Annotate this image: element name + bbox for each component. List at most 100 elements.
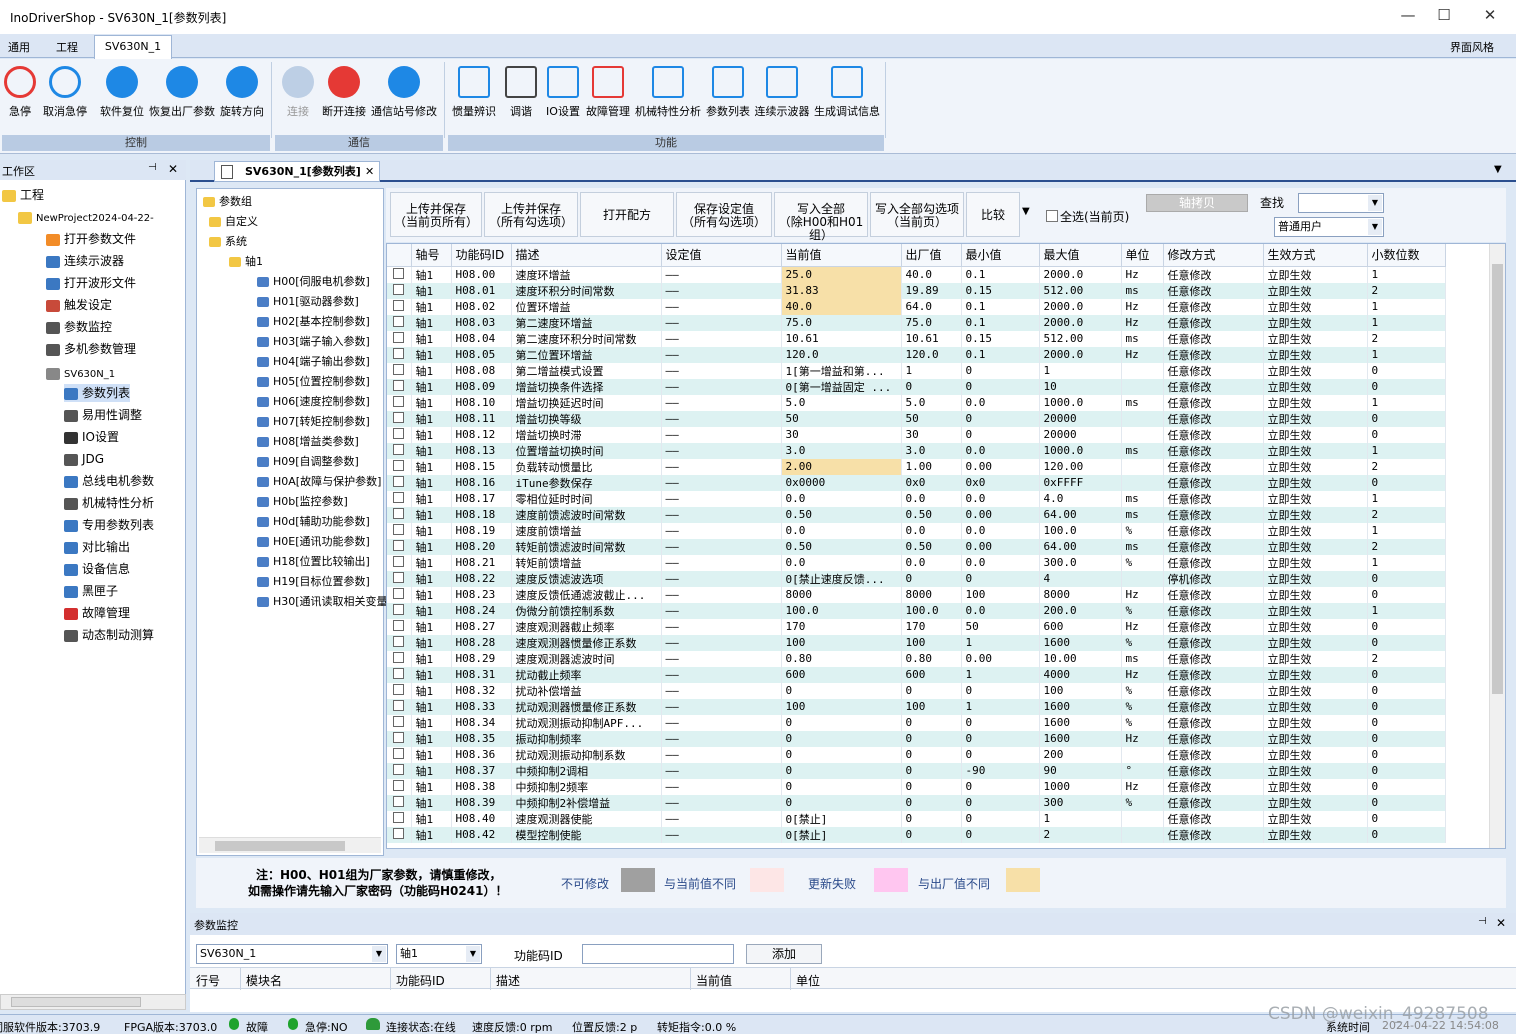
- row-checkbox-cell[interactable]: [387, 314, 412, 331]
- row-checkbox-cell[interactable]: [387, 554, 412, 571]
- table-row[interactable]: 轴1 H08.42 模型控制使能 —— 0[禁止] 0 0 2 任意修改 立即生效 0: [387, 826, 1446, 843]
- row-checkbox[interactable]: [393, 763, 404, 775]
- table-row[interactable]: 轴1 H08.03 第二速度环增益 —— 75.0 75.0 0.1 2000.0 Hz 任意修改…: [387, 314, 1446, 331]
- row-checkbox-cell[interactable]: [387, 618, 412, 635]
- axis-select[interactable]: 轴1 ▼: [396, 944, 482, 964]
- workspace-item[interactable]: 机械特性分析: [64, 494, 154, 512]
- table-cell[interactable]: 170: [781, 618, 902, 635]
- table-cell[interactable]: 25.0: [781, 266, 902, 283]
- monitor-column-header[interactable]: 单位: [796, 972, 820, 989]
- copy-axis-button[interactable]: 轴拷贝: [1146, 194, 1248, 212]
- row-checkbox[interactable]: [393, 331, 404, 343]
- workspace-item[interactable]: 故障管理: [64, 604, 130, 622]
- row-checkbox-cell[interactable]: [387, 410, 412, 427]
- table-row[interactable]: 轴1 H08.12 增益切换时滞 —— 30 30 0 20000 任意修改 立即生效 0: [387, 426, 1446, 443]
- row-checkbox[interactable]: [393, 699, 404, 711]
- workspace-item[interactable]: 黑匣子: [64, 582, 118, 600]
- row-checkbox[interactable]: [393, 283, 404, 295]
- rotate-icon[interactable]: [226, 66, 258, 98]
- table-cell[interactable]: 2.00: [781, 458, 902, 475]
- table-row[interactable]: 轴1 H08.19 速度前馈增益 —— 0.0 0.0 0.0 100.0% 任意修改 立即生效 1: [387, 522, 1446, 539]
- table-cell[interactable]: 0[禁止]: [781, 810, 902, 827]
- table-cell[interactable]: 0x0000: [781, 474, 902, 491]
- param-tree-item[interactable]: H07[转矩控制参数]: [257, 413, 370, 431]
- toolbar-button[interactable]: 打开配方: [580, 192, 674, 237]
- row-checkbox-cell[interactable]: [387, 378, 412, 395]
- workspace-item[interactable]: 参数列表: [64, 384, 131, 402]
- row-checkbox[interactable]: [393, 299, 404, 311]
- table-row[interactable]: 轴1 H08.24 伪微分前馈控制系数 —— 100.0 100.0 0.0 200.0% 任意…: [387, 602, 1446, 619]
- monitor-column-header[interactable]: 当前值: [696, 972, 732, 989]
- monitor-column-header[interactable]: 功能码ID: [396, 972, 445, 989]
- table-row[interactable]: 轴1 H08.36 扰动观测振动抑制系数 —— 0 0 0 200 任意修改 立即生效 0: [387, 746, 1446, 763]
- workspace-item[interactable]: 触发设定: [46, 296, 112, 314]
- monitor-pin-icon[interactable]: ⊣: [1478, 916, 1487, 927]
- workspace-item[interactable]: 对比输出: [64, 538, 130, 556]
- warning-icon[interactable]: [592, 66, 624, 98]
- table-cell[interactable]: 0[禁止]: [781, 826, 902, 843]
- workspace-close-icon[interactable]: ✕: [168, 162, 178, 176]
- param-tree-item[interactable]: 轴1: [229, 253, 263, 271]
- workspace-item[interactable]: 易用性调整: [64, 406, 142, 424]
- row-checkbox[interactable]: [393, 587, 404, 599]
- param-tree-item[interactable]: 自定义: [209, 213, 258, 231]
- table-cell[interactable]: 75.0: [781, 314, 902, 331]
- table-cell[interactable]: 40.0: [781, 298, 902, 315]
- workspace-item[interactable]: 打开参数文件: [46, 230, 136, 248]
- row-checkbox[interactable]: [393, 571, 404, 583]
- grid-scroll-thumb[interactable]: [1492, 264, 1503, 694]
- table-row[interactable]: 轴1 H08.37 中频抑制2调相 —— 0 0 -90 90 ° 任意修改 立即生效 0: [387, 762, 1446, 779]
- row-checkbox[interactable]: [393, 395, 404, 407]
- row-checkbox-cell[interactable]: [387, 746, 412, 763]
- table-cell[interactable]: 0.0: [781, 522, 902, 539]
- param-tree-item[interactable]: H03[端子输入参数]: [257, 333, 370, 351]
- grid-column-header[interactable]: [387, 244, 412, 267]
- select-all-checkbox[interactable]: [1046, 210, 1058, 222]
- reset-icon[interactable]: [106, 66, 138, 98]
- row-checkbox-cell[interactable]: [387, 346, 412, 363]
- tab-device[interactable]: SV630N_1: [94, 35, 172, 59]
- param-tree-item[interactable]: H18[位置比较输出]: [257, 553, 370, 571]
- toolbar-button[interactable]: 写入全部 （除H00和H01组）: [774, 192, 868, 242]
- row-checkbox-cell[interactable]: [387, 282, 412, 299]
- ribbon-button-hand[interactable]: 生成调试信息: [807, 103, 887, 119]
- compare-dropdown-icon[interactable]: ▼: [1022, 206, 1030, 217]
- row-checkbox[interactable]: [393, 811, 404, 823]
- inertia-chart-icon[interactable]: [458, 66, 490, 98]
- param-tree-item[interactable]: H0E[通讯功能参数]: [257, 533, 370, 551]
- row-checkbox-cell[interactable]: [387, 826, 412, 843]
- workspace-item[interactable]: 工程: [2, 186, 44, 204]
- workspace-item[interactable]: 连续示波器: [46, 252, 124, 270]
- table-row[interactable]: 轴1 H08.29 速度观测器滤波时间 —— 0.80 0.80 0.00 10.00 ms 任意…: [387, 650, 1446, 667]
- row-checkbox-cell[interactable]: [387, 506, 412, 523]
- table-row[interactable]: 轴1 H08.02 位置环增益 —— 40.0 64.0 0.1 2000.0 Hz 任意修改 立即…: [387, 298, 1446, 315]
- restore-icon[interactable]: [166, 66, 198, 98]
- row-checkbox-cell[interactable]: [387, 330, 412, 347]
- table-row[interactable]: 轴1 H08.39 中频抑制2补偿增益 —— 0 0 0 300% 任意修改 立即生效 0: [387, 794, 1446, 811]
- row-checkbox[interactable]: [393, 523, 404, 535]
- row-checkbox-cell[interactable]: [387, 442, 412, 459]
- workspace-item[interactable]: 专用参数列表: [64, 516, 154, 534]
- row-checkbox-cell[interactable]: [387, 522, 412, 539]
- table-row[interactable]: 轴1 H08.38 中频抑制2频率 —— 0 0 0 1000 Hz 任意修改 立即生效 0: [387, 778, 1446, 795]
- tree-scrollbar[interactable]: [199, 837, 381, 853]
- tree-scroll-thumb[interactable]: [215, 841, 345, 851]
- tuning-icon[interactable]: [505, 66, 537, 98]
- row-checkbox-cell[interactable]: [387, 794, 412, 811]
- row-checkbox[interactable]: [393, 347, 404, 359]
- grid-column-header[interactable]: 轴号: [411, 244, 452, 267]
- table-row[interactable]: 轴1 H08.05 第二位置环增益 —— 120.0 120.0 0.1 2000.0 Hz 任意…: [387, 346, 1446, 363]
- row-checkbox[interactable]: [393, 603, 404, 615]
- row-checkbox[interactable]: [393, 539, 404, 551]
- row-checkbox-cell[interactable]: [387, 458, 412, 475]
- workspace-item[interactable]: NewProject2024-04-22-: [18, 208, 154, 228]
- table-row[interactable]: 轴1 H08.08 第二增益模式设置 —— 1[第一增益和第... 1 0 1 任意修改 立即生效…: [387, 362, 1446, 379]
- row-checkbox[interactable]: [393, 427, 404, 439]
- row-checkbox[interactable]: [393, 491, 404, 503]
- table-row[interactable]: 轴1 H08.27 速度观测器截止频率 —— 170 170 50 600 Hz 任意修改 立即生效…: [387, 618, 1446, 635]
- grid-column-header[interactable]: 单位: [1121, 244, 1164, 267]
- workspace-item[interactable]: 多机参数管理: [46, 340, 136, 358]
- row-checkbox-cell[interactable]: [387, 362, 412, 379]
- row-checkbox-cell[interactable]: [387, 762, 412, 779]
- table-row[interactable]: 轴1 H08.35 振动抑制频率 —— 0 0 0 1600 Hz 任意修改 立即生效 0: [387, 730, 1446, 747]
